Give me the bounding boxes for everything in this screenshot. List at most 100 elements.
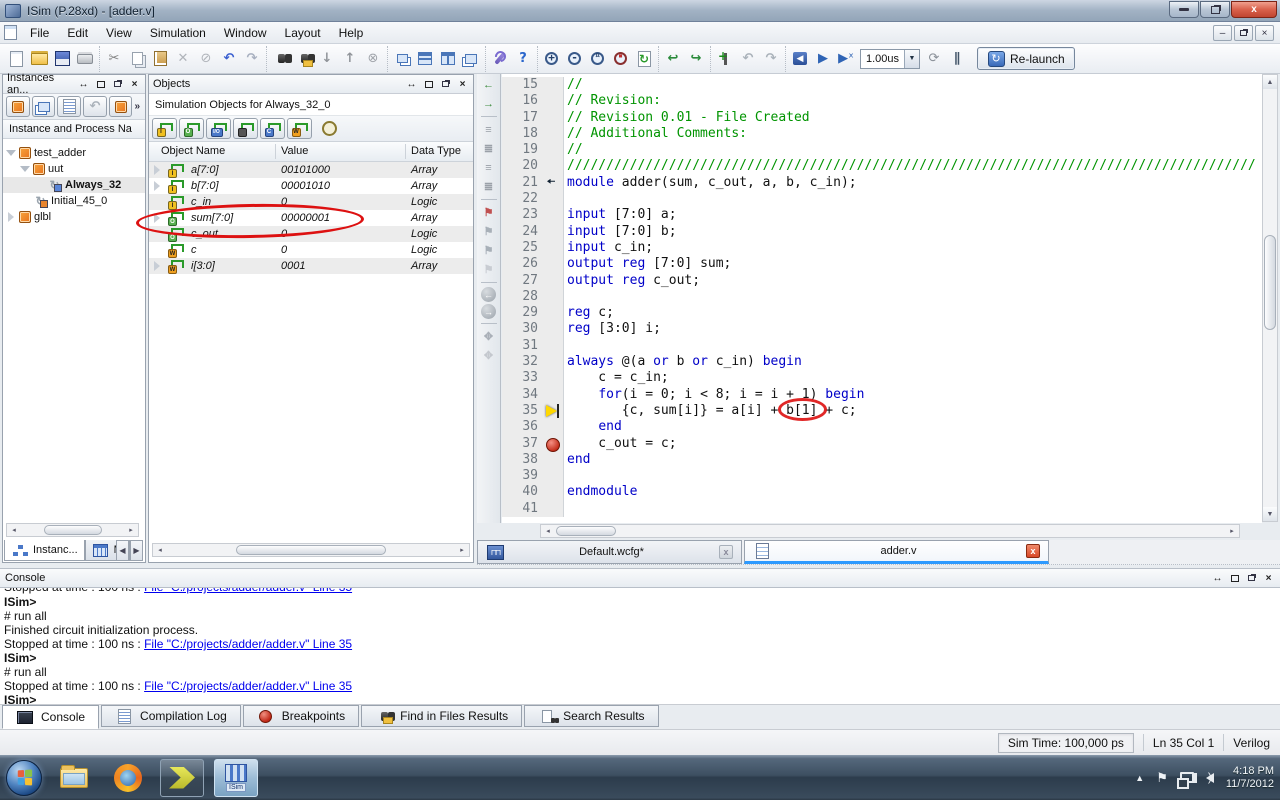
tray-expand-icon[interactable]: ▲ <box>1135 773 1144 783</box>
code-line-21[interactable]: 21module adder(sum, c_out, a, b, c_in); <box>502 175 1262 191</box>
zoom-area-button[interactable] <box>610 48 632 70</box>
scroll-thumb[interactable] <box>556 526 616 536</box>
console-file-link[interactable]: File "C:/projects/adder/adder.v" Line 35 <box>144 588 352 594</box>
code-line-25[interactable]: 25input c_in; <box>502 240 1262 256</box>
process-filter-button[interactable]: ↶ <box>83 96 107 117</box>
code-line-29[interactable]: 29reg c; <box>502 305 1262 321</box>
taskbar-ise-button[interactable] <box>160 759 204 797</box>
code-line-35[interactable]: 35 {c, sum[i]} = a[i] + b[1] + c; <box>502 403 1262 419</box>
object-row-c[interactable]: Wc0Logic <box>149 242 473 258</box>
code-line-36[interactable]: 36 end <box>502 419 1262 435</box>
add-marker-button[interactable] <box>714 48 736 70</box>
expander-icon[interactable] <box>6 212 16 222</box>
object-row-a_7_0_[interactable]: Ia[7:0]00101000Array <box>149 162 473 178</box>
design-units-filter-button[interactable] <box>32 96 56 117</box>
restore-icon[interactable] <box>439 78 452 91</box>
run-time-select[interactable]: 1.00us▼ <box>860 49 920 69</box>
tile-horizontal-button[interactable] <box>414 48 436 70</box>
scroll-thumb[interactable] <box>44 525 102 535</box>
module-filter-button[interactable] <box>109 96 133 117</box>
restart-button[interactable] <box>789 48 811 70</box>
code-line-32[interactable]: 32always @(a or b or c_in) begin <box>502 354 1262 370</box>
tree-item-always_32[interactable]: ↻Always_32 <box>3 177 145 193</box>
zoom-in-button[interactable] <box>541 48 563 70</box>
paste-button[interactable] <box>149 48 171 70</box>
close-icon[interactable]: × <box>128 78 141 91</box>
expander-icon[interactable] <box>6 148 16 158</box>
zoom-full-button[interactable] <box>587 48 609 70</box>
expander-icon[interactable] <box>20 164 30 174</box>
stop-button[interactable]: ⊗ <box>362 48 384 70</box>
tab-scroll-right[interactable]: ▶ <box>130 540 143 561</box>
code-line-17[interactable]: 17// Revision 0.01 - File Created <box>502 110 1262 126</box>
find-button[interactable] <box>270 48 292 70</box>
goto-previous-button[interactable]: ↩ <box>662 48 684 70</box>
tab-scroll-left[interactable]: ◀ <box>116 540 129 561</box>
scroll-down-icon[interactable]: ▼ <box>1263 507 1277 521</box>
nav-back-button[interactable]: ← <box>481 287 496 302</box>
scroll-left-icon[interactable]: ◂ <box>542 527 554 535</box>
redo-button[interactable]: ↷ <box>241 48 263 70</box>
code-line-28[interactable]: 28 <box>502 289 1262 305</box>
expander-icon[interactable] <box>152 261 162 271</box>
bookmark-button[interactable]: ⚑ <box>479 204 498 221</box>
comment-lines-button[interactable]: ≡ <box>479 121 498 138</box>
action-center-flag-icon[interactable]: ⚑ <box>1156 770 1168 786</box>
code-line-19[interactable]: 19// <box>502 142 1262 158</box>
overlap-windows-button[interactable] <box>460 48 482 70</box>
next-transition-button[interactable]: ↷ <box>760 48 782 70</box>
pan-off-button[interactable]: ✥ <box>479 347 498 364</box>
output-filter-button[interactable]: O <box>179 118 204 139</box>
close-tab-icon[interactable]: x <box>1026 544 1040 558</box>
bottom-tab-breakpoints[interactable]: Breakpoints <box>243 705 359 727</box>
instances-hscrollbar[interactable]: ◂ ▸ <box>6 523 139 537</box>
open-file-button[interactable] <box>28 48 50 70</box>
indent-left-button[interactable]: ← <box>479 76 498 93</box>
code-line-15[interactable]: 15// <box>502 77 1262 93</box>
run-for-time-button[interactable]: ▶ˣ <box>835 48 857 70</box>
scroll-left-icon[interactable]: ◂ <box>154 546 166 554</box>
copy-button[interactable] <box>126 48 148 70</box>
code-line-27[interactable]: 27output reg c_out; <box>502 273 1262 289</box>
internal-filter-button[interactable] <box>233 118 258 139</box>
inout-filter-button[interactable]: I/O <box>206 118 231 139</box>
zoom-out-button[interactable] <box>564 48 586 70</box>
restore-button[interactable] <box>1200 1 1230 18</box>
scroll-up-icon[interactable]: ▲ <box>1263 75 1277 89</box>
save-button[interactable] <box>51 48 73 70</box>
menu-view[interactable]: View <box>97 24 141 42</box>
tree-item-uut[interactable]: uut <box>3 161 145 177</box>
code-line-33[interactable]: 33 c = c_in; <box>502 370 1262 386</box>
code-line-24[interactable]: 24input [7:0] b; <box>502 224 1262 240</box>
close-tab-icon[interactable]: x <box>719 545 733 559</box>
scroll-right-icon[interactable]: ▸ <box>125 526 137 534</box>
bottom-tab-compilation-log[interactable]: Compilation Log <box>101 705 241 727</box>
overflow-chevron[interactable]: » <box>134 101 142 112</box>
close-icon[interactable]: × <box>1262 572 1275 585</box>
editor-vscrollbar[interactable]: ▲ ▼ <box>1262 74 1278 522</box>
code-line-38[interactable]: 38end <box>502 452 1262 468</box>
taskbar-firefox-button[interactable] <box>106 759 150 797</box>
code-line-22[interactable]: 22 <box>502 191 1262 207</box>
menu-window[interactable]: Window <box>215 24 276 42</box>
run-all-button[interactable]: ▶ <box>812 48 834 70</box>
find-next-button[interactable]: ↓ <box>316 48 338 70</box>
block-button[interactable]: ⊘ <box>195 48 217 70</box>
code-line-40[interactable]: 40endmodule <box>502 484 1262 500</box>
cut-button[interactable]: ✂ <box>103 48 125 70</box>
tree-item-initial_45_0[interactable]: ↻Initial_45_0 <box>3 193 145 209</box>
object-row-b_7_0_[interactable]: Ib[7:0]00001010Array <box>149 178 473 194</box>
scroll-thumb[interactable] <box>1264 235 1276 330</box>
editor-tab-defaultwcfg[interactable]: Default.wcfg*x <box>477 540 742 564</box>
console-output[interactable]: Stopped at time : 100 ns : File "C:/proj… <box>0 588 1280 705</box>
prev-bookmark-button[interactable]: ⚑ <box>479 242 498 259</box>
help-cursor-button[interactable]: ? <box>512 48 534 70</box>
float-icon[interactable]: ↔ <box>405 78 418 91</box>
menu-file[interactable]: File <box>21 24 58 42</box>
start-button[interactable] <box>6 760 42 796</box>
refresh-doc-button[interactable] <box>633 48 655 70</box>
code-line-23[interactable]: 23input [7:0] a; <box>502 207 1262 223</box>
code-line-34[interactable]: 34 for(i = 0; i < 8; i = i + 1) begin <box>502 387 1262 403</box>
code-line-16[interactable]: 16// Revision: <box>502 93 1262 109</box>
bottom-tab-console[interactable]: Console <box>2 705 99 729</box>
